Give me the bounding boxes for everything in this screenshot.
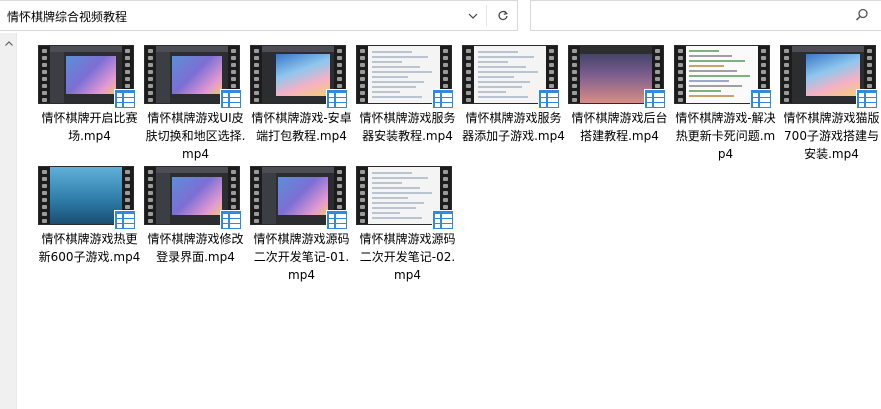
refresh-icon[interactable] (489, 1, 517, 30)
file-item[interactable]: 情怀棋牌游戏UI皮肤切换和地区选择.mp4 (144, 45, 247, 163)
video-file-icon (644, 89, 666, 109)
address-path[interactable]: 情怀棋牌综合视频教程 (7, 8, 127, 25)
file-item[interactable]: 情怀棋牌游戏源码二次开发笔记-02.mp4 (356, 166, 459, 284)
video-file-icon (114, 210, 136, 230)
file-item[interactable]: 情怀棋牌游戏-安卓端打包教程.mp4 (250, 45, 353, 163)
file-name: 情怀棋牌游戏猫版700子游戏搭建与安装.mp4 (783, 111, 880, 161)
file-name: 情怀棋牌游戏源码二次开发笔记-01.mp4 (253, 232, 350, 282)
file-item[interactable]: 情怀棋牌开启比赛场.mp4 (38, 45, 141, 163)
video-file-icon (750, 89, 772, 109)
video-file-icon (432, 210, 454, 230)
file-name: 情怀棋牌游戏-安卓端打包教程.mp4 (251, 111, 352, 143)
file-item[interactable]: 情怀棋牌游戏源码二次开发笔记-01.mp4 (250, 166, 353, 284)
file-name: 情怀棋牌游戏源码二次开发笔记-02.mp4 (359, 232, 456, 282)
video-file-icon (326, 89, 348, 109)
scroll-up-arrow-icon[interactable] (0, 35, 17, 52)
file-item[interactable]: 情怀棋牌游戏后台搭建教程.mp4 (568, 45, 671, 163)
address-divider (486, 5, 487, 26)
search-box[interactable] (530, 0, 881, 31)
video-file-icon (432, 89, 454, 109)
file-item[interactable]: 情怀棋牌游戏修改登录界面.mp4 (144, 166, 247, 284)
file-item[interactable]: 情怀棋牌游戏-解决热更新卡死问题.mp4 (674, 45, 777, 163)
video-file-icon (114, 89, 136, 109)
file-name: 情怀棋牌游戏服务器添加子游戏.mp4 (462, 111, 565, 143)
video-file-icon (326, 210, 348, 230)
video-file-icon (856, 89, 878, 109)
file-name: 情怀棋牌游戏修改登录界面.mp4 (147, 232, 244, 264)
video-file-icon (220, 89, 242, 109)
video-file-icon (538, 89, 560, 109)
file-name: 情怀棋牌游戏UI皮肤切换和地区选择.mp4 (145, 111, 246, 161)
file-item[interactable]: 情怀棋牌游戏热更新600子游戏.mp4 (38, 166, 141, 284)
video-file-icon (220, 210, 242, 230)
file-item[interactable]: 情怀棋牌游戏猫版700子游戏搭建与安装.mp4 (780, 45, 881, 163)
address-bar[interactable]: 情怀棋牌综合视频教程 (0, 0, 518, 31)
vertical-scrollbar[interactable] (0, 33, 17, 409)
explorer-toolbar: 情怀棋牌综合视频教程 (0, 0, 881, 33)
file-item[interactable]: 情怀棋牌游戏服务器添加子游戏.mp4 (462, 45, 565, 163)
file-name: 情怀棋牌游戏服务器安装教程.mp4 (359, 111, 456, 143)
file-item[interactable]: 情怀棋牌游戏服务器安装教程.mp4 (356, 45, 459, 163)
search-icon[interactable] (855, 8, 869, 22)
file-name: 情怀棋牌开启比赛场.mp4 (41, 111, 138, 143)
file-name: 情怀棋牌游戏-解决热更新卡死问题.mp4 (675, 111, 776, 161)
chevron-down-icon[interactable] (462, 1, 484, 30)
file-name: 情怀棋牌游戏后台搭建教程.mp4 (571, 111, 668, 143)
file-name: 情怀棋牌游戏热更新600子游戏.mp4 (38, 232, 141, 264)
